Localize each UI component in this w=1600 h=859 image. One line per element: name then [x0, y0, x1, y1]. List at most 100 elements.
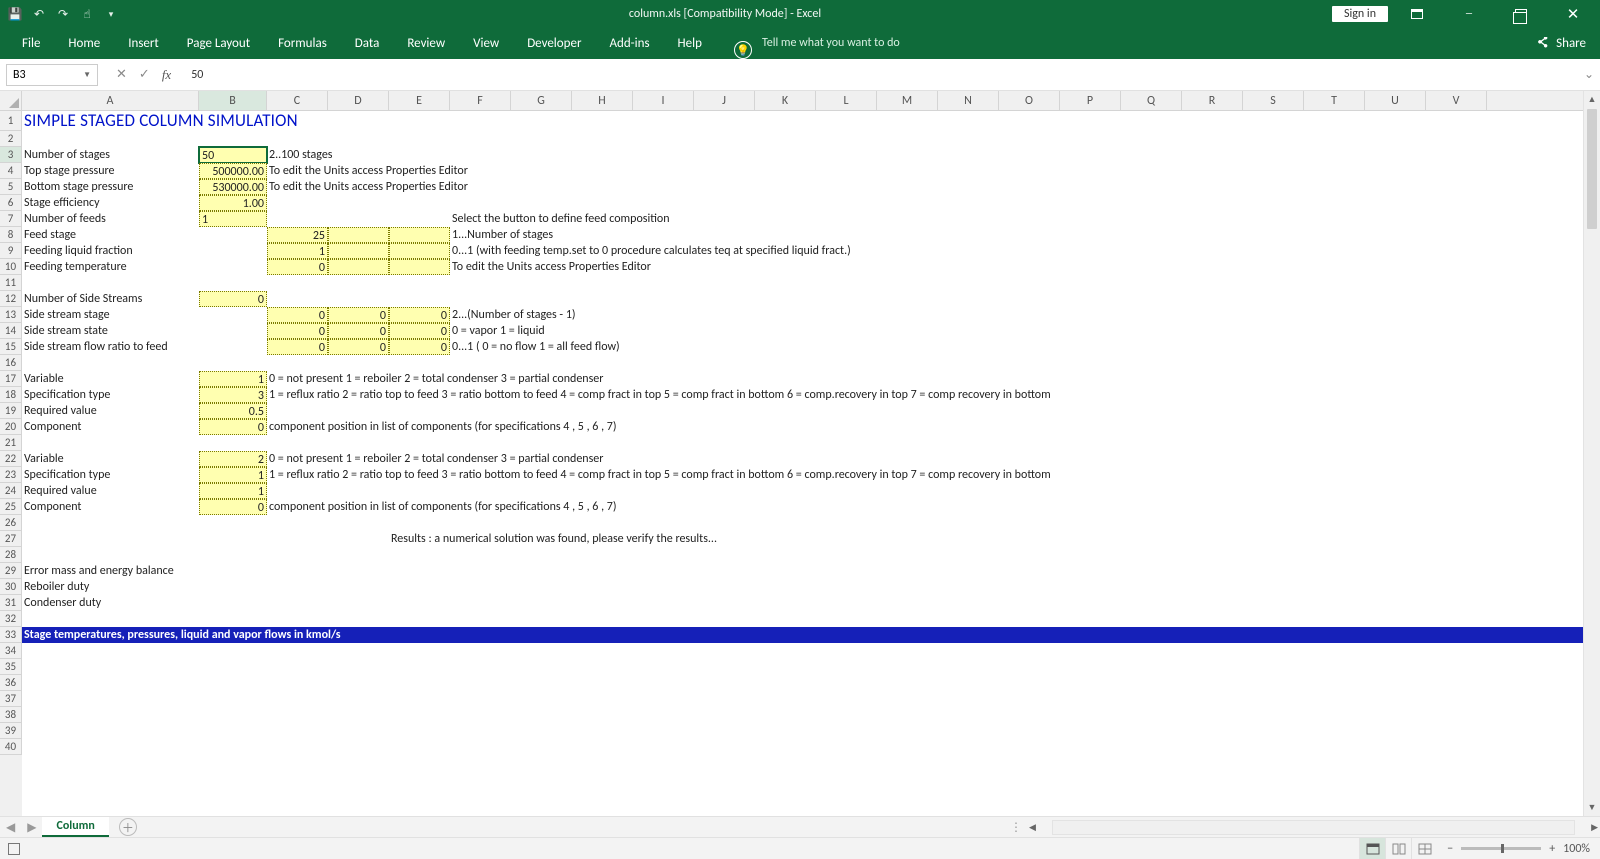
input-B5[interactable]: 530000.00: [199, 179, 267, 195]
zoom-control[interactable]: − + 100%: [1437, 842, 1600, 856]
input-D10[interactable]: [328, 259, 389, 275]
tab-formulas[interactable]: Formulas: [264, 30, 341, 59]
col-header-V[interactable]: V: [1426, 91, 1487, 110]
sign-in-button[interactable]: Sign in: [1332, 6, 1388, 22]
hsb-handle-icon[interactable]: ⋮: [1010, 820, 1027, 835]
col-header-R[interactable]: R: [1182, 91, 1243, 110]
tab-page-layout[interactable]: Page Layout: [173, 30, 264, 59]
row-header-23[interactable]: 23: [0, 467, 22, 483]
row-header-17[interactable]: 17: [0, 371, 22, 387]
name-box[interactable]: B3 ▼: [6, 64, 98, 86]
sheet-tab-column[interactable]: Column: [42, 817, 108, 837]
col-header-P[interactable]: P: [1060, 91, 1121, 110]
tell-me-input[interactable]: Tell me what you want to do: [762, 36, 900, 59]
tab-view[interactable]: View: [459, 30, 513, 59]
tab-insert[interactable]: Insert: [114, 30, 173, 59]
qat-more-icon[interactable]: ▾: [104, 7, 118, 21]
input-C9[interactable]: 1: [267, 243, 328, 259]
row-header-39[interactable]: 39: [0, 723, 22, 739]
input-E13[interactable]: 0: [389, 307, 450, 323]
col-header-H[interactable]: H: [572, 91, 633, 110]
row-header-30[interactable]: 30: [0, 579, 22, 595]
macro-record-icon[interactable]: [8, 843, 20, 855]
row-header-5[interactable]: 5: [0, 179, 22, 195]
row-header-25[interactable]: 25: [0, 499, 22, 515]
undo-icon[interactable]: ↶: [32, 7, 46, 21]
col-header-N[interactable]: N: [938, 91, 999, 110]
input-D15[interactable]: 0: [328, 339, 389, 355]
row-header-33[interactable]: 33: [0, 627, 22, 643]
tab-nav-next-icon[interactable]: ▶: [21, 820, 42, 835]
tab-home[interactable]: Home: [54, 30, 114, 59]
cells-area[interactable]: SIMPLE STAGED COLUMN SIMULATIONNumber of…: [22, 111, 1583, 816]
row-header-3[interactable]: 3: [0, 147, 22, 163]
row-header-6[interactable]: 6: [0, 195, 22, 211]
share-button[interactable]: Share: [1536, 36, 1586, 59]
input-E8[interactable]: [389, 227, 450, 243]
row-header-15[interactable]: 15: [0, 339, 22, 355]
row-header-34[interactable]: 34: [0, 643, 22, 659]
fx-icon[interactable]: fx: [162, 67, 171, 83]
row-header-21[interactable]: 21: [0, 435, 22, 451]
input-C15[interactable]: 0: [267, 339, 328, 355]
row-header-9[interactable]: 9: [0, 243, 22, 259]
row-header-11[interactable]: 11: [0, 275, 22, 291]
col-header-G[interactable]: G: [511, 91, 572, 110]
input-B3[interactable]: 50: [199, 147, 267, 163]
row-header-20[interactable]: 20: [0, 419, 22, 435]
row-header-12[interactable]: 12: [0, 291, 22, 307]
input-B22[interactable]: 2: [199, 451, 267, 467]
row-header-22[interactable]: 22: [0, 451, 22, 467]
row-header-35[interactable]: 35: [0, 659, 22, 675]
col-header-C[interactable]: C: [267, 91, 328, 110]
tab-add-ins[interactable]: Add-ins: [595, 30, 663, 59]
row-header-29[interactable]: 29: [0, 563, 22, 579]
row-header-16[interactable]: 16: [0, 355, 22, 371]
formula-input[interactable]: 50: [183, 66, 1582, 84]
input-B18[interactable]: 3: [199, 387, 267, 403]
close-button[interactable]: ✕: [1550, 0, 1596, 28]
hscroll-track[interactable]: [1052, 820, 1575, 835]
row-header-13[interactable]: 13: [0, 307, 22, 323]
col-header-S[interactable]: S: [1243, 91, 1304, 110]
touch-icon[interactable]: ☝︎: [80, 7, 94, 21]
zoom-slider[interactable]: [1461, 847, 1541, 850]
row-header-24[interactable]: 24: [0, 483, 22, 499]
enter-formula-icon[interactable]: ✓: [139, 67, 150, 83]
minimize-button[interactable]: ─: [1446, 0, 1492, 28]
redo-icon[interactable]: ↷: [56, 7, 70, 21]
view-page-break-button[interactable]: [1411, 838, 1437, 859]
input-B19[interactable]: 0.5: [199, 403, 267, 419]
zoom-level[interactable]: 100%: [1563, 842, 1590, 856]
col-header-L[interactable]: L: [816, 91, 877, 110]
row-header-36[interactable]: 36: [0, 675, 22, 691]
input-D9[interactable]: [328, 243, 389, 259]
tab-data[interactable]: Data: [341, 30, 394, 59]
row-header-1[interactable]: 1: [0, 111, 22, 131]
zoom-in-button[interactable]: +: [1549, 842, 1555, 856]
col-header-K[interactable]: K: [755, 91, 816, 110]
row-header-28[interactable]: 28: [0, 547, 22, 563]
scroll-right-icon[interactable]: ▶: [1589, 822, 1600, 833]
zoom-out-button[interactable]: −: [1447, 842, 1453, 856]
col-header-E[interactable]: E: [389, 91, 450, 110]
ribbon-options-icon[interactable]: [1394, 0, 1440, 28]
tab-developer[interactable]: Developer: [513, 30, 595, 59]
row-header-40[interactable]: 40: [0, 739, 22, 755]
input-C8[interactable]: 25: [267, 227, 328, 243]
scroll-down-icon[interactable]: ▼: [1584, 799, 1600, 816]
input-B20[interactable]: 0: [199, 419, 267, 435]
input-D13[interactable]: 0: [328, 307, 389, 323]
input-E10[interactable]: [389, 259, 450, 275]
col-header-M[interactable]: M: [877, 91, 938, 110]
scroll-left-icon[interactable]: ◀: [1027, 822, 1038, 833]
col-header-I[interactable]: I: [633, 91, 694, 110]
expand-fbar-icon[interactable]: ⌄: [1582, 67, 1600, 82]
row-header-37[interactable]: 37: [0, 691, 22, 707]
col-header-J[interactable]: J: [694, 91, 755, 110]
col-header-A[interactable]: A: [22, 91, 199, 110]
name-box-dropdown-icon[interactable]: ▼: [83, 70, 91, 80]
row-header-7[interactable]: 7: [0, 211, 22, 227]
row-header-18[interactable]: 18: [0, 387, 22, 403]
tab-review[interactable]: Review: [393, 30, 459, 59]
